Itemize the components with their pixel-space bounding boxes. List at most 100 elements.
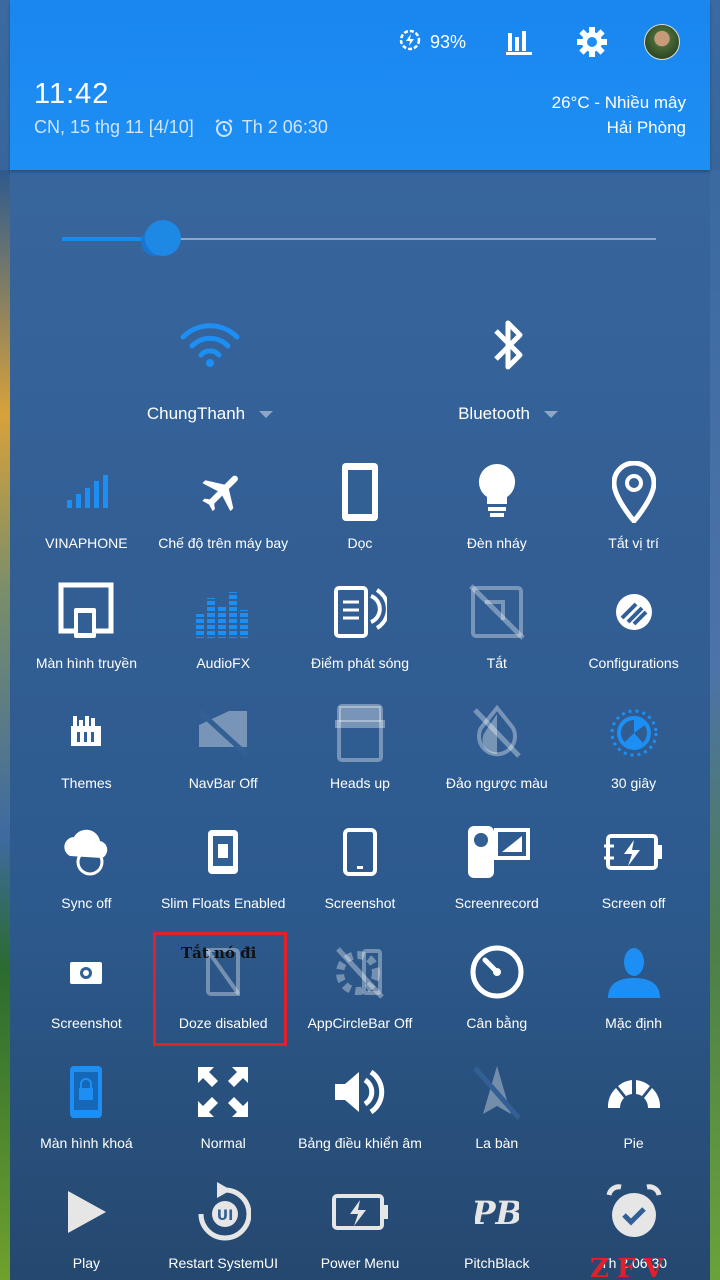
tile-label: Screenrecord [454,895,539,911]
person-icon [594,935,674,1009]
tile-pie[interactable]: Pie [565,1055,702,1175]
tile-label: Normal [200,1135,246,1151]
pitchblack-icon: PB [457,1175,537,1249]
floats-icon [183,815,263,889]
header-actions: 93% [398,24,680,60]
tile-label: Chế độ trên máy bay [158,535,289,551]
notification-header: 93% 11:42 CN, 15 thg 11 [4/10] Th 2 06:3… [10,0,710,170]
tile-portrait[interactable]: Dọc [292,455,429,575]
tile-equalizer[interactable]: AudioFX [155,575,292,695]
brightness-slider[interactable] [62,220,656,256]
tile-play[interactable]: Play [18,1175,155,1280]
tile-label: Sync off [61,895,112,911]
gauge-icon [457,935,537,1009]
tile-nfc-off[interactable]: Tắt [428,575,565,695]
tile-person[interactable]: Mặc định [565,935,702,1055]
tile-lock-screen[interactable]: Màn hình khoá [18,1055,155,1175]
invert-colors-icon [457,695,537,769]
battery-percent: 93% [429,31,466,52]
tile-label: Configurations [588,655,679,671]
tile-label: Slim Floats Enabled [160,895,286,911]
tile-label: Bảng điều khiển âm [298,1135,422,1151]
tile-themes[interactable]: Themes [18,695,155,815]
airplane-icon [183,455,263,529]
tile-label: Heads up [330,775,390,791]
tile-bulb[interactable]: Đèn nháy [428,455,565,575]
tile-sync[interactable]: Sync off [18,815,155,935]
tile-floats[interactable]: Slim Floats Enabled [155,815,292,935]
tile-heads-up[interactable]: Heads up [292,695,429,815]
tile-screenrecord[interactable]: Screenrecord [428,815,565,935]
tile-label: Màn hình truyền [35,655,137,671]
bluetooth-label: Bluetooth [458,404,530,423]
tile-timeout[interactable]: 30 giây [565,695,702,815]
date-text[interactable]: CN, 15 thg 11 [4/10] [34,117,194,138]
lock-screen-icon [46,1055,126,1129]
wifi-tile[interactable]: ChungThanh [85,310,335,424]
tile-label: Play [72,1255,101,1271]
tile-label: PitchBlack [464,1255,530,1271]
stats-button[interactable] [506,29,532,55]
sync-icon [46,815,126,889]
tile-label: Screenshot [324,895,396,911]
power-menu-icon [320,1175,400,1249]
tile-phone[interactable]: Screenshot [292,815,429,935]
tile-label: Đèn nháy [466,535,527,551]
nfc-off-icon [457,575,537,649]
bluetooth-tile[interactable]: Bluetooth [383,310,633,424]
tile-airplane[interactable]: Chế độ trên máy bay [155,455,292,575]
tile-restart-ui[interactable]: UI Restart SystemUI [155,1175,292,1280]
battery-charge-icon [594,815,674,889]
weather-temp: 26°C - Nhiều mây [551,93,686,112]
battery-saver-icon [398,28,422,57]
tile-pitchblack[interactable]: PB PitchBlack [428,1175,565,1280]
bluetooth-dropdown-icon[interactable] [543,410,558,418]
portrait-icon [320,455,400,529]
pie-icon [594,1055,674,1129]
tile-hotspot[interactable]: Điểm phát sóng [292,575,429,695]
bulb-icon [457,455,537,529]
tile-invert-colors[interactable]: Đảo ngược màu [428,695,565,815]
equalizer-icon [183,575,263,649]
wifi-dropdown-icon[interactable] [259,410,274,418]
tile-label: La bàn [475,1135,519,1151]
next-alarm[interactable]: Th 2 06:30 [214,117,328,138]
hotspot-icon [320,575,400,649]
tile-power-menu[interactable]: Power Menu [292,1175,429,1280]
tile-label: Screenshot [50,1015,122,1031]
watermark-logo: ZFV [590,1254,672,1280]
tile-navbar-off[interactable]: NavBar Off [155,695,292,815]
volume-icon [320,1055,400,1129]
battery-indicator[interactable]: 93% [398,28,466,57]
weather-city: Hải Phòng [606,118,686,137]
phone-icon [320,815,400,889]
quick-settings-grid: VINAPHONE Chế độ trên máy bay Dọc Đèn nháy T… [18,455,702,1280]
wifi-icon [85,310,335,380]
tile-appcircle-off[interactable]: AppCircleBar Off [292,935,429,1055]
appcircle-off-icon [320,935,400,1009]
settings-button[interactable] [576,26,608,58]
tile-label: 30 giây [611,775,657,791]
clock[interactable]: 11:42 [34,78,109,111]
tile-label: Tắt vị trí [608,535,659,551]
tile-label: NavBar Off [188,775,258,791]
tile-config[interactable]: Configurations [565,575,702,695]
config-icon [594,575,674,649]
tile-label: Đảo ngược màu [445,775,548,791]
tile-label: Màn hình khoá [40,1135,133,1151]
tile-volume[interactable]: Bảng điều khiển âm [292,1055,429,1175]
weather-widget[interactable]: 26°C - Nhiều mây Hải Phòng [552,90,686,140]
svg-text:PB: PB [475,1194,519,1232]
tile-gauge[interactable]: Cân bằng [428,935,565,1055]
tile-compass-off[interactable]: La bàn [428,1055,565,1175]
tile-label: Restart SystemUI [168,1255,279,1271]
tile-cast[interactable]: Màn hình truyền [18,575,155,695]
tile-signal[interactable]: VINAPHONE [18,455,155,575]
tile-location[interactable]: Tắt vị trí [565,455,702,575]
user-avatar[interactable] [644,24,680,60]
tile-camera[interactable]: Screenshot [18,935,155,1055]
brightness-thumb[interactable] [144,220,181,256]
tile-battery-charge[interactable]: Screen off [565,815,702,935]
tile-label: Dọc [347,535,373,551]
tile-expand[interactable]: Normal [155,1055,292,1175]
